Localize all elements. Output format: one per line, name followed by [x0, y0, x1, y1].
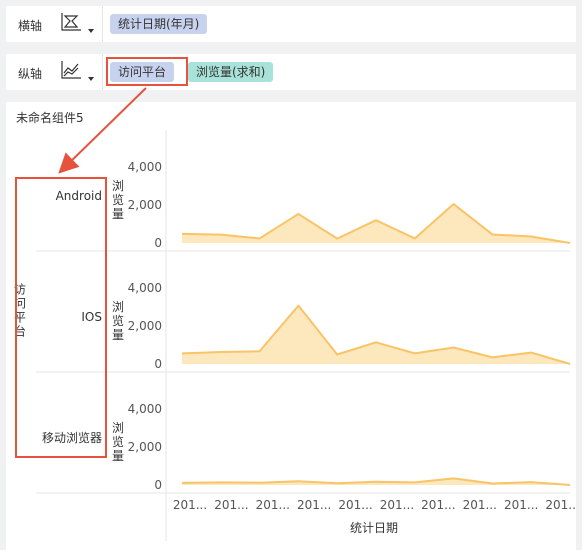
x-field-pill[interactable]: 统计日期(年月) [110, 14, 208, 34]
y-axis-label: 纵轴 [18, 67, 43, 81]
shelf-divider [102, 6, 103, 42]
x-tick-label: 201... [545, 498, 576, 512]
y-tick-label: 2,000 [128, 198, 162, 212]
area-chart-icon [61, 13, 81, 31]
x-tick-label: 201... [338, 498, 372, 512]
x-tick-label: 201... [504, 498, 538, 512]
x-tick-label: 201... [297, 498, 331, 512]
x-tick-label: 201... [421, 498, 455, 512]
chart-type-selector-y[interactable] [60, 60, 94, 84]
y-axis-title: 览 [112, 192, 124, 207]
x-axis-title: 统计日期 [350, 521, 398, 535]
area-chart: 访问平台Android浏览量4,0002,0000IOS浏览量4,0002,00… [14, 130, 576, 541]
y-tick-label: 4,000 [128, 160, 162, 174]
y-tick-label: 2,000 [128, 440, 162, 454]
y-tick-label: 0 [154, 236, 162, 250]
y-axis-title: 量 [112, 207, 124, 221]
y-axis-title: 量 [112, 328, 124, 342]
row-header-2: IOS [81, 310, 102, 324]
line-chart-icon [61, 61, 81, 79]
y-measure-pill[interactable]: 浏览量(求和) [188, 62, 274, 82]
x-tick-label: 201... [173, 498, 207, 512]
x-tick-label: 201... [256, 498, 290, 512]
y-axis-title: 浏 [112, 179, 124, 193]
row-dimension-title: 访 [14, 283, 26, 297]
row-dimension-title: 平 [14, 311, 26, 325]
x-axis-shelf: 横轴 统计日期(年月) [6, 6, 576, 42]
chevron-down-icon [88, 77, 94, 81]
x-tick-label: 201... [214, 498, 248, 512]
y-axis-title: 览 [112, 313, 124, 328]
y-axis-shelf: 纵轴 访问平台 浏览量(求和) [6, 54, 576, 90]
row-header-3: 移动浏览器 [42, 430, 102, 445]
row-dimension-title: 台 [14, 324, 26, 339]
row-dimension-title: 问 [14, 297, 26, 311]
x-tick-label: 201... [380, 498, 414, 512]
row-header-1: Android [56, 189, 102, 203]
y-tick-label: 4,000 [128, 281, 162, 295]
x-axis-label: 横轴 [18, 19, 43, 33]
y-axis-title: 览 [112, 434, 124, 449]
y-tick-label: 0 [154, 478, 162, 492]
y-axis-title: 浏 [112, 421, 124, 435]
y-tick-label: 2,000 [128, 319, 162, 333]
chevron-down-icon [88, 29, 94, 33]
x-tick-label: 201... [463, 498, 497, 512]
y-tick-label: 0 [154, 357, 162, 371]
chart-widget: 未命名组件5 访问平台 Android 浏览量 4,000 2,000 0 IOS 浏览量 4,… [6, 102, 576, 550]
shelf-divider [102, 54, 103, 90]
y-axis-title: 量 [112, 449, 124, 463]
y-axis-title: 浏 [112, 300, 124, 314]
chart-type-selector-x[interactable] [60, 12, 94, 36]
y-dimension-pill[interactable]: 访问平台 [110, 62, 175, 82]
y-tick-label: 4,000 [128, 402, 162, 416]
